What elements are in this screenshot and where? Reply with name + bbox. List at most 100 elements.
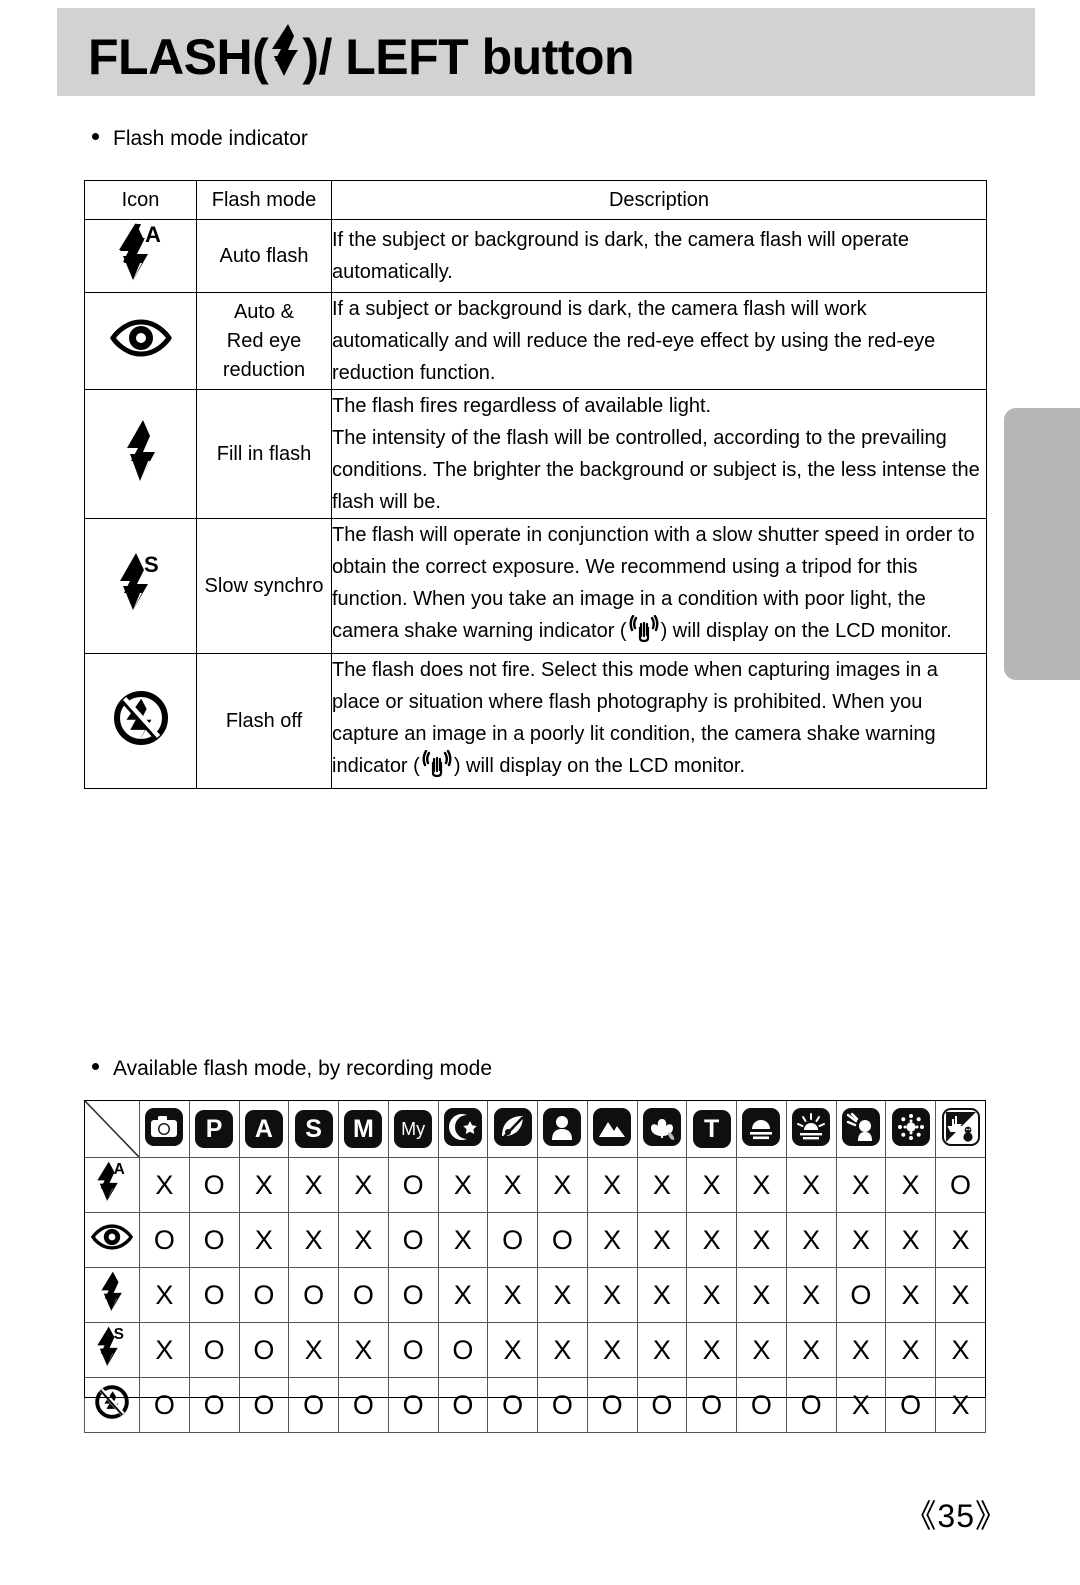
- matrix-mode-column-header: [139, 1100, 190, 1158]
- matrix-cell: X: [586, 1322, 638, 1378]
- matrix-cell: O: [885, 1377, 936, 1433]
- matrix-mode-column-header: [437, 1100, 489, 1158]
- matrix-row: OOOOOOOOOOOOOOXOX: [84, 1377, 986, 1433]
- table-row: Flash off The flash does not fire. Selec…: [84, 653, 987, 789]
- flash-mode-name-line2: Red eye: [226, 329, 302, 352]
- flash-slow-sync-icon: S: [84, 518, 197, 654]
- flash-mode-name-line1: Auto &: [233, 300, 295, 323]
- night-scene-mode-icon: [443, 1108, 482, 1146]
- matrix-mode-column-header: [487, 1100, 538, 1158]
- flash-slow-sync-icon: S: [92, 1325, 132, 1369]
- matrix-cell: X: [139, 1267, 190, 1323]
- matrix-mode-column-header: [935, 1100, 986, 1158]
- flash-fill-icon: [84, 389, 197, 519]
- flash-mode-table: Icon Flash mode Description A Auto flash…: [84, 180, 987, 789]
- matrix-mode-column-header: M: [338, 1100, 389, 1158]
- matrix-mode-column-header: T: [686, 1100, 737, 1158]
- matrix-row: AXOXXXOXXXXXXXXXXO: [84, 1157, 986, 1213]
- text-mode-icon: T: [692, 1110, 731, 1148]
- matrix-cell: O: [686, 1377, 737, 1433]
- matrix-mode-column-header: [736, 1100, 787, 1158]
- matrix-cell: O: [238, 1267, 290, 1323]
- matrix-cell: X: [487, 1267, 538, 1323]
- svg-text:S: S: [114, 1325, 124, 1342]
- matrix-cell: X: [736, 1322, 787, 1378]
- matrix-mode-column-header: S: [288, 1100, 339, 1158]
- beach-snow-mode-icon: [941, 1108, 980, 1146]
- close-up-mode-icon: [642, 1108, 681, 1146]
- matrix-cell: X: [537, 1322, 588, 1378]
- matrix-cell: O: [387, 1157, 439, 1213]
- program-mode-icon: P: [195, 1110, 234, 1148]
- matrix-cell: O: [387, 1212, 439, 1268]
- matrix-cell: X: [288, 1212, 339, 1268]
- flash-mode-name: Auto & Red eye reduction: [196, 292, 332, 390]
- matrix-mode-column-header: [636, 1100, 688, 1158]
- matrix-cell: O: [437, 1322, 489, 1378]
- matrix-cell: O: [586, 1377, 638, 1433]
- flash-mode-name: Flash off: [196, 653, 332, 789]
- matrix-cell: X: [338, 1322, 389, 1378]
- landscape-mode-icon: [593, 1108, 632, 1146]
- matrix-cell: X: [736, 1157, 787, 1213]
- column-header-description: Description: [331, 180, 987, 220]
- camera-shake-warning-icon: [422, 749, 452, 788]
- matrix-cell: O: [785, 1377, 837, 1433]
- matrix-cell: X: [636, 1157, 688, 1213]
- page-thumb-index-tab: [1004, 408, 1080, 680]
- matrix-cell: O: [487, 1377, 538, 1433]
- matrix-cell: X: [537, 1267, 588, 1323]
- matrix-cell: X: [288, 1322, 339, 1378]
- matrix-cell: X: [437, 1212, 489, 1268]
- matrix-cell: X: [586, 1212, 638, 1268]
- flash-mode-description: The flash will operate in conjunction wi…: [331, 518, 987, 654]
- column-header-icon: Icon: [84, 180, 197, 220]
- matrix-cell: X: [835, 1377, 887, 1433]
- matrix-cell: O: [188, 1212, 240, 1268]
- flash-auto-icon: A: [84, 219, 197, 293]
- matrix-cell: X: [835, 1157, 887, 1213]
- camera-shake-warning-icon: [629, 614, 659, 653]
- scene-mode-icon: [493, 1108, 532, 1146]
- matrix-mode-column-header: [537, 1100, 588, 1158]
- matrix-cell: X: [736, 1212, 787, 1268]
- matrix-cell: X: [935, 1377, 986, 1433]
- matrix-cell: X: [636, 1212, 688, 1268]
- matrix-cell: O: [188, 1377, 240, 1433]
- auto-mode-icon: [145, 1108, 184, 1146]
- matrix-mode-column-header: My: [387, 1100, 439, 1158]
- matrix-mode-column-header: P: [188, 1100, 240, 1158]
- flash-availability-matrix: P A S M My T A X O X X X O X X X X X X X X X X O O O X X X O X O O X X X X X X…: [84, 1100, 986, 1433]
- matrix-row: XOOOOOXXXXXXXXOXX: [84, 1267, 986, 1323]
- matrix-cell: X: [885, 1267, 936, 1323]
- matrix-cell: X: [835, 1322, 887, 1378]
- table-header-row: Icon Flash mode Description: [84, 180, 987, 220]
- matrix-cell: O: [288, 1377, 339, 1433]
- matrix-cell: O: [188, 1267, 240, 1323]
- matrix-cell: X: [935, 1322, 986, 1378]
- manual-page: FLASH( )/ LEFT button Flash mode indicat…: [0, 0, 1080, 1585]
- matrix-cell: O: [387, 1322, 439, 1378]
- matrix-cell: X: [686, 1267, 737, 1323]
- matrix-mode-column-header: A: [238, 1100, 290, 1158]
- column-header-flash-mode: Flash mode: [196, 180, 332, 220]
- flash-mode-name: Auto flash: [196, 219, 332, 293]
- matrix-cell: X: [537, 1157, 588, 1213]
- matrix-cell: X: [935, 1212, 986, 1268]
- matrix-cell: O: [537, 1212, 588, 1268]
- matrix-row: SXOOXXOOXXXXXXXXXX: [84, 1322, 986, 1378]
- aperture-priority-mode-icon: A: [244, 1110, 283, 1148]
- matrix-cell: O: [736, 1377, 787, 1433]
- my-set-mode-icon: My: [394, 1110, 433, 1148]
- matrix-cell: O: [935, 1157, 986, 1213]
- matrix-cell: X: [338, 1157, 389, 1213]
- matrix-cell: O: [288, 1267, 339, 1323]
- matrix-cell: X: [686, 1157, 737, 1213]
- description-line: The intensity of the flash will be contr…: [332, 427, 980, 513]
- matrix-mode-column-header: [785, 1100, 837, 1158]
- matrix-row-label: S: [84, 1322, 140, 1378]
- matrix-mode-column-header: [835, 1100, 887, 1158]
- matrix-cell: X: [586, 1157, 638, 1213]
- matrix-cell: O: [238, 1322, 290, 1378]
- table-row: Auto & Red eye reduction If a subject or…: [84, 292, 987, 390]
